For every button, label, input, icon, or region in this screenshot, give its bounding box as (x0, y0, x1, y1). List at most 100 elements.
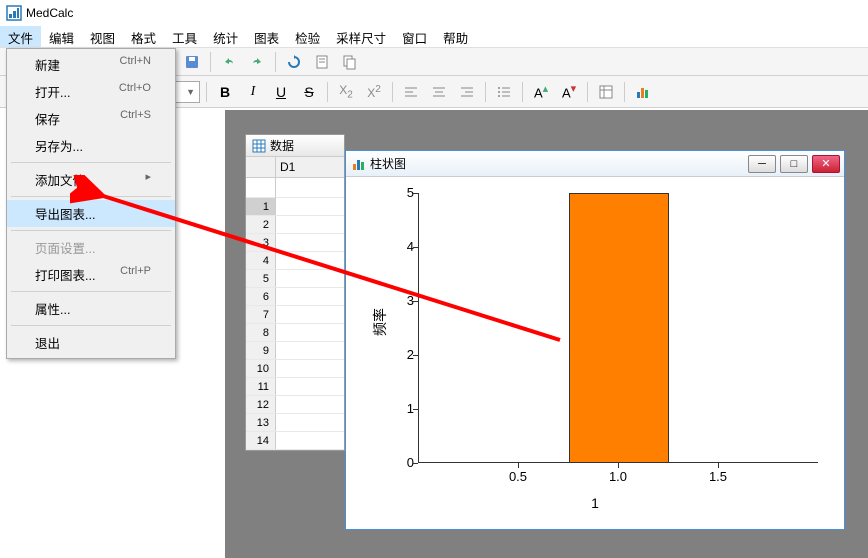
bold-button[interactable]: B (213, 80, 237, 104)
row-number[interactable]: 9 (246, 342, 276, 359)
row-number[interactable]: 2 (246, 216, 276, 233)
data-window[interactable]: 数据 D1 1234567891011121314 (245, 134, 345, 451)
table-row[interactable]: 6 (246, 288, 344, 306)
menu-sample[interactable]: 采样尺寸 (328, 26, 394, 47)
menu-page-setup[interactable]: 页面设置... (7, 234, 175, 261)
menu-format[interactable]: 格式 (123, 26, 164, 47)
table-row[interactable]: 14 (246, 432, 344, 450)
chart-button[interactable] (631, 80, 655, 104)
grid-cell[interactable] (276, 234, 344, 251)
copy-button[interactable] (338, 50, 362, 74)
menu-window[interactable]: 窗口 (394, 26, 435, 47)
superscript-button[interactable]: X2 (362, 80, 386, 104)
grid-cell[interactable] (276, 378, 344, 395)
row-number[interactable]: 4 (246, 252, 276, 269)
menu-print-chart[interactable]: 打印图表...Ctrl+P (7, 261, 175, 288)
grid-corner[interactable] (246, 178, 276, 198)
table-row[interactable]: 4 (246, 252, 344, 270)
grid-corner[interactable] (246, 157, 276, 177)
grid-cell[interactable] (276, 324, 344, 341)
row-number[interactable]: 6 (246, 288, 276, 305)
row-number[interactable]: 7 (246, 306, 276, 323)
row-number[interactable]: 11 (246, 378, 276, 395)
grid-cell[interactable] (276, 270, 344, 287)
table-row[interactable]: 11 (246, 378, 344, 396)
table-row[interactable]: 3 (246, 234, 344, 252)
row-number[interactable]: 10 (246, 360, 276, 377)
table-row[interactable]: 13 (246, 414, 344, 432)
column-header[interactable]: D1 (276, 157, 344, 177)
row-number[interactable]: 8 (246, 324, 276, 341)
menu-help[interactable]: 帮助 (435, 26, 476, 47)
grid-cell[interactable] (276, 414, 344, 431)
font-decrease-button[interactable]: A▾ (557, 80, 581, 104)
row-number[interactable]: 13 (246, 414, 276, 431)
menu-test[interactable]: 检验 (287, 26, 328, 47)
grid-cell[interactable] (276, 306, 344, 323)
row-number[interactable]: 5 (246, 270, 276, 287)
grid-cell[interactable] (276, 288, 344, 305)
menu-saveas[interactable]: 另存为... (7, 132, 175, 159)
row-number[interactable]: 14 (246, 432, 276, 449)
refresh-button[interactable] (282, 50, 306, 74)
close-button[interactable]: ✕ (812, 155, 840, 173)
subscript-button[interactable]: X2 (334, 80, 358, 104)
grid-cell[interactable] (276, 178, 344, 197)
chart-window-titlebar[interactable]: 柱状图 ─ □ ✕ (346, 151, 844, 177)
font-increase-button[interactable]: A▴ (529, 80, 553, 104)
menu-new[interactable]: 新建Ctrl+N (7, 51, 175, 78)
table-row[interactable]: 8 (246, 324, 344, 342)
row-number[interactable]: 12 (246, 396, 276, 413)
table-row[interactable]: 10 (246, 360, 344, 378)
align-center-button[interactable] (427, 80, 451, 104)
table-row[interactable]: 7 (246, 306, 344, 324)
menu-open[interactable]: 打开...Ctrl+O (7, 78, 175, 105)
chart-window[interactable]: 柱状图 ─ □ ✕ 012345 0.51.01.5 频率 1 (345, 150, 845, 530)
data-grid[interactable]: D1 1234567891011121314 (246, 157, 344, 450)
menu-chart[interactable]: 图表 (246, 26, 287, 47)
strike-button[interactable]: S (297, 80, 321, 104)
page-button[interactable] (310, 50, 334, 74)
redo-button[interactable] (245, 50, 269, 74)
menu-save[interactable]: 保存Ctrl+S (7, 105, 175, 132)
menu-properties[interactable]: 属性... (7, 295, 175, 322)
list-button[interactable] (492, 80, 516, 104)
grid-icon (252, 139, 266, 153)
toolbar-separator (392, 82, 393, 102)
save-button[interactable] (180, 50, 204, 74)
menu-file[interactable]: 文件 (0, 26, 41, 47)
grid-cell[interactable] (276, 360, 344, 377)
grid-cell[interactable] (276, 432, 344, 449)
menu-addfile[interactable]: 添加文件▸ (7, 166, 175, 193)
underline-button[interactable]: U (269, 80, 293, 104)
grid-cell[interactable] (276, 252, 344, 269)
align-left-button[interactable] (399, 80, 423, 104)
menu-stats[interactable]: 统计 (205, 26, 246, 47)
maximize-button[interactable]: □ (780, 155, 808, 173)
toolbar-separator (624, 82, 625, 102)
menu-tools[interactable]: 工具 (164, 26, 205, 47)
menu-view[interactable]: 视图 (82, 26, 123, 47)
menu-exit[interactable]: 退出 (7, 329, 175, 356)
italic-button[interactable]: I (241, 80, 265, 104)
minimize-button[interactable]: ─ (748, 155, 776, 173)
grid-cell[interactable] (276, 198, 344, 215)
grid-cell[interactable] (276, 216, 344, 233)
menu-separator (11, 196, 171, 197)
table-row[interactable]: 5 (246, 270, 344, 288)
undo-button[interactable] (217, 50, 241, 74)
table-row[interactable]: 1 (246, 198, 344, 216)
table-row[interactable]: 12 (246, 396, 344, 414)
table-row[interactable]: 9 (246, 342, 344, 360)
row-number[interactable]: 3 (246, 234, 276, 251)
grid-cell[interactable] (276, 342, 344, 359)
menu-edit[interactable]: 编辑 (41, 26, 82, 47)
y-tick-mark (413, 409, 418, 410)
grid-cell[interactable] (276, 396, 344, 413)
menu-export-chart[interactable]: 导出图表... (7, 200, 175, 227)
align-right-button[interactable] (455, 80, 479, 104)
row-number[interactable]: 1 (246, 198, 276, 215)
table-row[interactable]: 2 (246, 216, 344, 234)
sheet-button[interactable] (594, 80, 618, 104)
data-window-titlebar[interactable]: 数据 (246, 135, 344, 157)
